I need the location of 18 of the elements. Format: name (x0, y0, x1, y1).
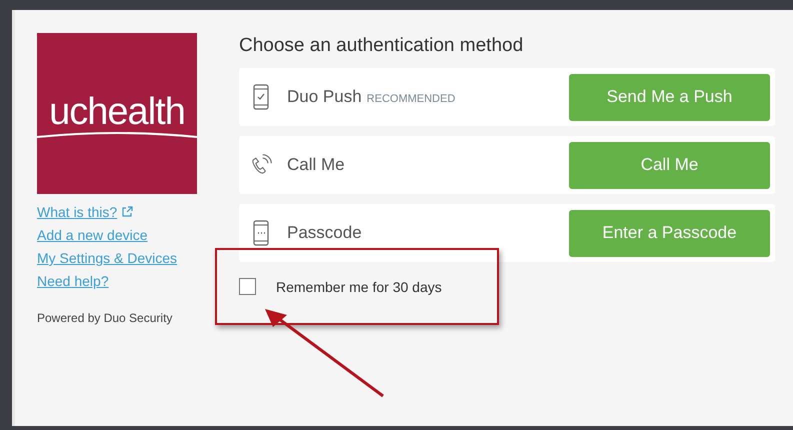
remember-label: Remember me for 30 days (276, 278, 442, 294)
method-button[interactable]: Send Me a Push (569, 74, 770, 120)
link[interactable]: Need help? (37, 273, 109, 289)
link[interactable]: My Settings & Devices (37, 250, 178, 266)
external-link-icon (121, 206, 134, 218)
method-button[interactable]: Enter a Passcode (569, 210, 770, 256)
recommended-label: RECOMMENDED (366, 92, 456, 104)
method-name: Passcode (287, 223, 362, 243)
method-name: Call Me (287, 155, 345, 175)
method-button[interactable]: Call Me (569, 142, 770, 188)
heading: Choose an authentication method (239, 35, 524, 57)
link[interactable]: What is this? (37, 204, 118, 220)
logo-text: uchealth (49, 92, 185, 130)
arc-icon (37, 130, 197, 138)
powered-by-text: Powered by Duo Security (37, 311, 174, 325)
checkbox[interactable] (239, 278, 256, 295)
method-name: Duo Push (287, 87, 362, 107)
link[interactable]: Add a new device (37, 227, 148, 243)
